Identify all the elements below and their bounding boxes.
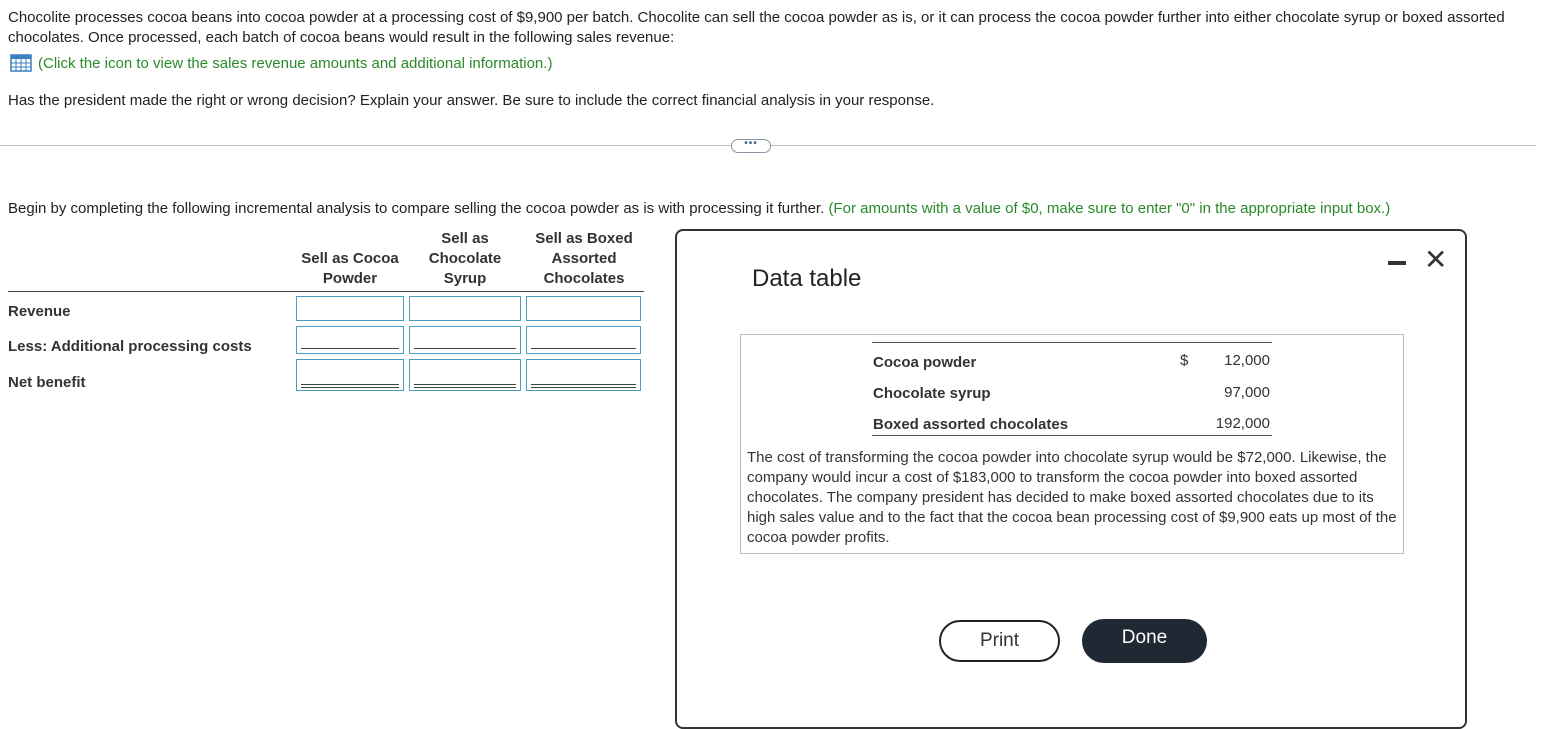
header-line: Sell as Cocoa xyxy=(301,250,399,267)
header-rule xyxy=(8,291,644,292)
data-table-link-text[interactable]: (Click the icon to view the sales revenu… xyxy=(38,55,552,72)
instruction-text: Begin by completing the following increm… xyxy=(8,200,1390,217)
item-value: 97,000 xyxy=(1224,384,1270,401)
net-syrup-input[interactable] xyxy=(409,359,521,391)
problem-intro: Chocolite processes cocoa beans into coc… xyxy=(8,9,1505,46)
cost-boxed-input[interactable] xyxy=(526,326,641,354)
revenue-syrup-input[interactable] xyxy=(409,296,521,321)
dialog-note: The cost of transforming the cocoa powde… xyxy=(747,449,1397,546)
column-header-cocoa-powder: Sell as Cocoa Powder xyxy=(294,249,406,289)
item-label: Chocolate syrup xyxy=(873,385,991,402)
net-cocoa-input[interactable] xyxy=(296,359,404,391)
item-label: Cocoa powder xyxy=(873,354,977,371)
close-icon[interactable]: ✕ xyxy=(1424,245,1447,275)
header-line: Chocolates xyxy=(543,270,625,287)
currency-symbol: $ xyxy=(1180,352,1189,369)
header-line: Powder xyxy=(322,270,378,287)
data-table-link[interactable]: (Click the icon to view the sales revenu… xyxy=(10,54,552,72)
item-value: 12,000 xyxy=(1224,352,1270,369)
column-header-boxed-chocolates: Sell as Boxed Assorted Chocolates xyxy=(526,229,642,289)
cost-cocoa-input[interactable] xyxy=(296,326,404,354)
instruction-main: Begin by completing the following increm… xyxy=(8,200,825,217)
instruction-note: (For amounts with a value of $0, make su… xyxy=(828,200,1391,217)
print-button[interactable]: Print xyxy=(939,620,1060,662)
item-value: 192,000 xyxy=(1215,415,1270,432)
header-line: Chocolate xyxy=(428,250,502,267)
net-boxed-input[interactable] xyxy=(526,359,641,391)
row-label-net-benefit: Net benefit xyxy=(8,374,86,391)
header-line: Assorted xyxy=(551,250,617,267)
done-button[interactable]: Done xyxy=(1082,619,1207,663)
expand-more-button[interactable]: ••• xyxy=(731,139,771,153)
header-line: Sell as xyxy=(441,230,489,247)
dialog-title: Data table xyxy=(752,265,862,292)
column-header-chocolate-syrup: Sell as Chocolate Syrup xyxy=(410,229,520,289)
header-line: Syrup xyxy=(443,270,487,287)
table-top-rule xyxy=(872,342,1272,343)
row-label-processing-costs: Less: Additional processing costs xyxy=(8,338,252,355)
row-label-revenue: Revenue xyxy=(8,303,71,320)
item-label: Boxed assorted chocolates xyxy=(873,416,1069,433)
cost-syrup-input[interactable] xyxy=(409,326,521,354)
table-grid-icon[interactable] xyxy=(10,54,32,72)
revenue-boxed-input[interactable] xyxy=(526,296,641,321)
question-text: Has the president made the right or wron… xyxy=(8,92,935,109)
table-bottom-rule xyxy=(872,435,1272,436)
header-line: Sell as Boxed xyxy=(535,230,633,247)
revenue-cocoa-input[interactable] xyxy=(296,296,404,321)
minimize-icon[interactable] xyxy=(1388,261,1406,265)
